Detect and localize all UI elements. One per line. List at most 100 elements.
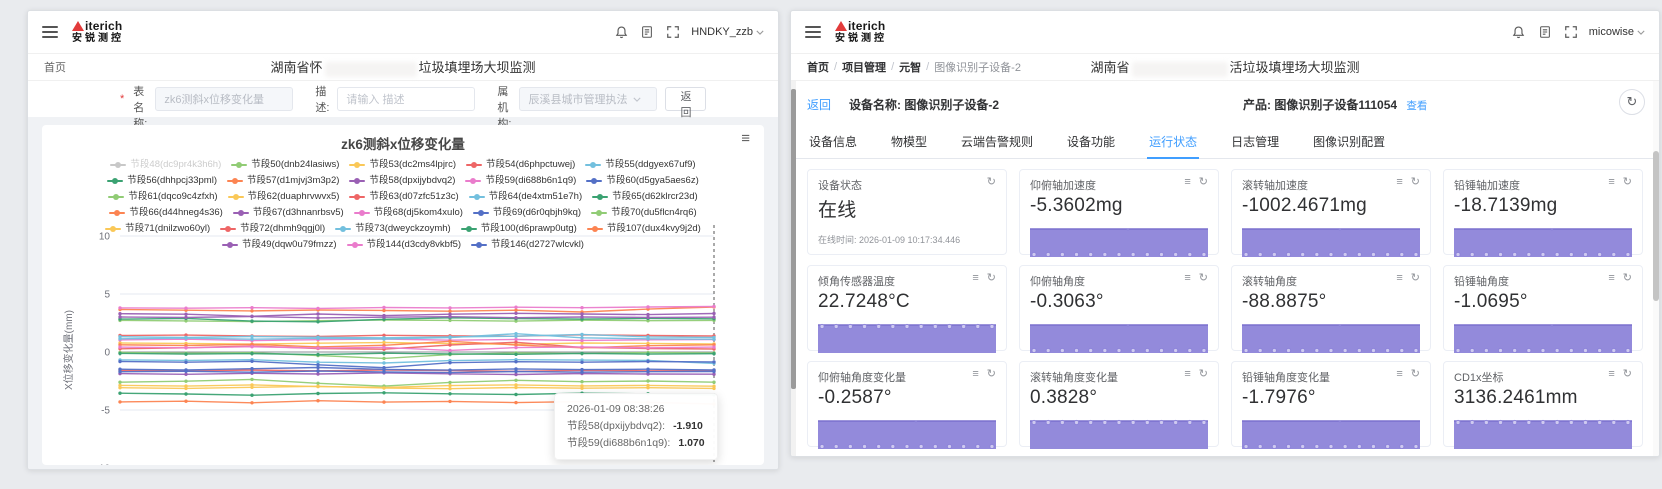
card-menu-icon[interactable]: ≡ [1608, 273, 1614, 284]
legend-item[interactable]: 节段59(di688b6n1q9) [465, 174, 576, 187]
data-point[interactable] [646, 346, 650, 350]
card-refresh-icon[interactable]: ↻ [1411, 177, 1420, 188]
data-point[interactable] [184, 399, 188, 403]
data-point[interactable] [448, 315, 452, 319]
data-point[interactable] [712, 386, 716, 391]
data-point[interactable] [382, 305, 386, 310]
card-menu-icon[interactable]: ≡ [1608, 369, 1614, 380]
card-refresh-icon[interactable]: ↻ [987, 369, 996, 380]
scrollbar-thumb[interactable] [1653, 151, 1659, 301]
data-point[interactable] [184, 360, 188, 364]
data-point[interactable] [118, 337, 122, 341]
legend-item[interactable]: 节段67(d3hnanrbsv5) [232, 206, 344, 219]
data-point[interactable] [580, 336, 584, 340]
data-point[interactable] [448, 306, 452, 310]
data-point[interactable] [316, 320, 320, 324]
mini-area-chart[interactable] [818, 415, 996, 449]
data-point[interactable] [514, 372, 518, 377]
legend-item[interactable]: 节段144(d3cdy8vkbf5) [346, 238, 461, 251]
chart-line[interactable] [119, 372, 715, 376]
data-point[interactable] [580, 315, 584, 319]
data-point[interactable] [514, 311, 518, 315]
chart-line[interactable] [119, 352, 715, 356]
data-point[interactable] [382, 315, 386, 319]
data-point[interactable] [382, 370, 386, 374]
data-point[interactable] [580, 360, 584, 364]
data-point[interactable] [184, 352, 188, 356]
data-point[interactable] [382, 308, 386, 313]
card-menu-icon[interactable]: ≡ [1184, 369, 1190, 380]
mini-area-chart[interactable] [1454, 223, 1632, 257]
card-menu-icon[interactable]: ≡ [972, 369, 978, 380]
breadcrumb-yuanzhi[interactable]: 元智 [899, 59, 921, 75]
data-point[interactable] [118, 312, 122, 316]
data-point[interactable] [250, 337, 254, 341]
data-point[interactable] [184, 392, 188, 396]
data-point[interactable] [646, 359, 650, 364]
card-refresh-icon[interactable]: ↻ [1623, 369, 1632, 380]
legend-item[interactable]: 节段54(d6phpctuwej) [466, 158, 575, 171]
data-point[interactable] [250, 385, 254, 389]
data-point[interactable] [316, 369, 320, 373]
legend-item[interactable]: 节段60(d5gya5aes6z) [586, 174, 699, 187]
card-menu-icon[interactable]: ≡ [1608, 177, 1614, 188]
breadcrumb-project-mgmt[interactable]: 项目管理 [842, 59, 886, 75]
card-menu-icon[interactable]: ≡ [972, 273, 978, 284]
data-point[interactable] [646, 386, 650, 390]
bell-icon[interactable] [613, 24, 629, 40]
data-point[interactable] [250, 367, 254, 371]
tab-日志管理[interactable]: 日志管理 [1229, 127, 1281, 158]
legend-item[interactable]: 节段56(dhhpcj33pml) [107, 174, 217, 187]
data-point[interactable] [316, 346, 320, 350]
legend-item[interactable]: 节段55(ddgyex67uf9) [585, 158, 696, 171]
legend-item[interactable]: 节段100(d6prawp0utg) [460, 222, 577, 235]
tab-图像识别配置[interactable]: 图像识别配置 [1311, 127, 1387, 158]
legend-item[interactable]: 节段48(dc9pr4k3h6h) [110, 158, 221, 171]
data-point[interactable] [184, 379, 188, 383]
legend-item[interactable]: 节段62(duaphrvwvx5) [227, 190, 339, 203]
user-menu[interactable]: micowise [1589, 26, 1645, 38]
data-point[interactable] [250, 319, 254, 323]
legend-item[interactable]: 节段73(dweyckzoymh) [335, 222, 451, 235]
data-point[interactable] [646, 352, 650, 356]
data-point[interactable] [712, 315, 716, 319]
user-menu[interactable]: HNDKY_zzb [691, 26, 764, 38]
chart-line[interactable] [119, 319, 715, 323]
data-point[interactable] [184, 369, 188, 373]
tab-设备功能[interactable]: 设备功能 [1065, 127, 1117, 158]
data-point[interactable] [118, 351, 122, 356]
mini-area-chart[interactable] [1242, 415, 1420, 449]
data-point[interactable] [382, 337, 386, 341]
scrollbar-left[interactable] [791, 81, 796, 456]
data-point[interactable] [316, 336, 320, 340]
data-point[interactable] [646, 305, 650, 309]
data-point[interactable] [316, 372, 320, 376]
data-point[interactable] [580, 332, 584, 337]
scrollbar-thumb[interactable] [791, 89, 796, 389]
chart-line[interactable] [119, 312, 715, 318]
refresh-page-button[interactable]: ↻ [1619, 89, 1645, 115]
data-point[interactable] [250, 345, 254, 349]
data-point[interactable] [184, 315, 188, 320]
tab-云端告警规则[interactable]: 云端告警规则 [959, 127, 1035, 158]
data-point[interactable] [514, 360, 518, 364]
legend-item[interactable]: 节段65(d62klrcr23d) [592, 190, 698, 203]
data-point[interactable] [580, 380, 584, 384]
card-menu-icon[interactable]: ≡ [1184, 273, 1190, 284]
data-point[interactable] [316, 316, 320, 320]
card-menu-icon[interactable]: ≡ [1396, 177, 1402, 188]
data-point[interactable] [382, 391, 386, 395]
data-point[interactable] [184, 312, 188, 316]
data-point[interactable] [316, 391, 320, 396]
data-point[interactable] [316, 341, 320, 345]
card-refresh-icon[interactable]: ↻ [987, 273, 996, 284]
data-point[interactable] [316, 365, 320, 370]
mini-area-chart[interactable] [1454, 319, 1632, 353]
data-point[interactable] [448, 348, 452, 353]
mini-area-chart[interactable] [1030, 223, 1208, 257]
back-link[interactable]: 返回 [807, 96, 831, 113]
mini-area-chart[interactable] [1030, 319, 1208, 353]
data-point[interactable] [514, 385, 518, 390]
data-point[interactable] [184, 336, 188, 340]
data-point[interactable] [316, 381, 320, 385]
